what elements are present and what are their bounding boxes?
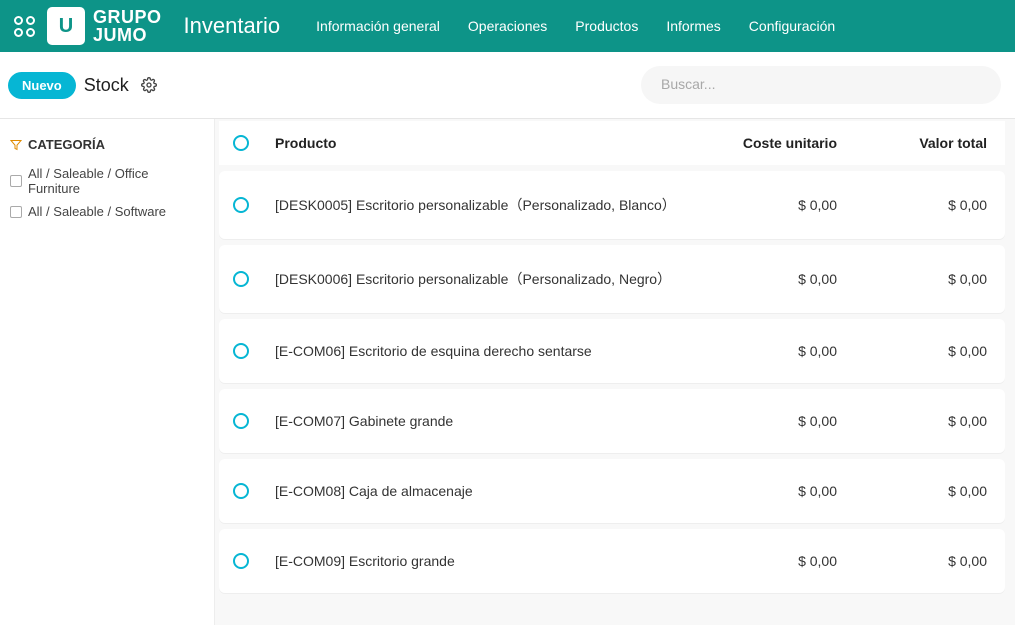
filter-label: All / Saleable / Software	[28, 204, 166, 219]
cell-total-value: $ 0,00	[837, 343, 987, 359]
table-row[interactable]: [E-COM07] Gabinete grande$ 0,00$ 0,00	[219, 389, 1005, 453]
cell-unit-cost: $ 0,00	[687, 343, 837, 359]
apps-icon[interactable]	[14, 16, 35, 37]
cell-total-value: $ 0,00	[837, 197, 987, 213]
filter-item-software[interactable]: All / Saleable / Software	[10, 200, 204, 223]
gear-icon[interactable]	[141, 77, 157, 93]
cell-product: [E-COM07] Gabinete grande	[275, 413, 687, 429]
cell-product: [DESK0005] Escritorio personalizable（Per…	[275, 195, 687, 215]
breadcrumb: Stock	[84, 75, 129, 96]
table-row[interactable]: [E-COM09] Escritorio grande$ 0,00$ 0,00	[219, 529, 1005, 593]
brand-line1: GRUPO	[93, 8, 162, 26]
nav-item-reports[interactable]: Informes	[666, 18, 720, 34]
nav-item-operations[interactable]: Operaciones	[468, 18, 547, 34]
new-button[interactable]: Nuevo	[8, 72, 76, 99]
checkbox-icon[interactable]	[10, 175, 22, 187]
filter-item-office-furniture[interactable]: All / Saleable / Office Furniture	[10, 162, 204, 200]
row-radio[interactable]	[233, 553, 249, 569]
nav-item-products[interactable]: Productos	[575, 18, 638, 34]
column-unit-cost[interactable]: Coste unitario	[687, 135, 837, 151]
cell-unit-cost: $ 0,00	[687, 553, 837, 569]
cell-product: [E-COM08] Caja de almacenaje	[275, 483, 687, 499]
column-product[interactable]: Producto	[275, 135, 687, 151]
table-header: Producto Coste unitario Valor total	[219, 121, 1005, 165]
cell-product: [E-COM06] Escritorio de esquina derecho …	[275, 343, 687, 359]
logo-mark: U	[47, 7, 85, 45]
cell-total-value: $ 0,00	[837, 271, 987, 287]
cell-total-value: $ 0,00	[837, 413, 987, 429]
filter-title: CATEGORÍA	[28, 137, 105, 152]
cell-total-value: $ 0,00	[837, 483, 987, 499]
search-box[interactable]	[641, 66, 1001, 104]
checkbox-icon[interactable]	[10, 206, 22, 218]
row-radio[interactable]	[233, 483, 249, 499]
row-radio[interactable]	[233, 343, 249, 359]
funnel-icon	[10, 139, 22, 151]
table-row[interactable]: [E-COM08] Caja de almacenaje$ 0,00$ 0,00	[219, 459, 1005, 523]
filter-label: All / Saleable / Office Furniture	[28, 166, 204, 196]
nav-item-overview[interactable]: Información general	[316, 18, 440, 34]
main-content: Producto Coste unitario Valor total [DES…	[215, 119, 1015, 625]
main-header: U GRUPO JUMO Inventario Información gene…	[0, 0, 1015, 52]
column-total-value[interactable]: Valor total	[837, 135, 987, 151]
select-all-radio[interactable]	[233, 135, 249, 151]
cell-unit-cost: $ 0,00	[687, 483, 837, 499]
main-nav: Información general Operaciones Producto…	[316, 18, 835, 34]
sub-header: Nuevo Stock	[0, 52, 1015, 119]
brand-logo[interactable]: U GRUPO JUMO	[47, 7, 162, 45]
cell-product: [DESK0006] Escritorio personalizable（Per…	[275, 269, 687, 289]
filter-header: CATEGORÍA	[10, 137, 204, 152]
cell-total-value: $ 0,00	[837, 553, 987, 569]
search-input[interactable]	[661, 76, 981, 92]
row-radio[interactable]	[233, 413, 249, 429]
table-row[interactable]: [DESK0006] Escritorio personalizable（Per…	[219, 245, 1005, 313]
nav-item-config[interactable]: Configuración	[749, 18, 835, 34]
filter-sidebar: CATEGORÍA All / Saleable / Office Furnit…	[0, 119, 215, 625]
app-name: Inventario	[184, 13, 281, 39]
cell-unit-cost: $ 0,00	[687, 197, 837, 213]
table-row[interactable]: [DESK0005] Escritorio personalizable（Per…	[219, 171, 1005, 239]
table-row[interactable]: [E-COM06] Escritorio de esquina derecho …	[219, 319, 1005, 383]
cell-product: [E-COM09] Escritorio grande	[275, 553, 687, 569]
cell-unit-cost: $ 0,00	[687, 413, 837, 429]
row-radio[interactable]	[233, 271, 249, 287]
row-radio[interactable]	[233, 197, 249, 213]
brand-line2: JUMO	[93, 26, 162, 44]
cell-unit-cost: $ 0,00	[687, 271, 837, 287]
